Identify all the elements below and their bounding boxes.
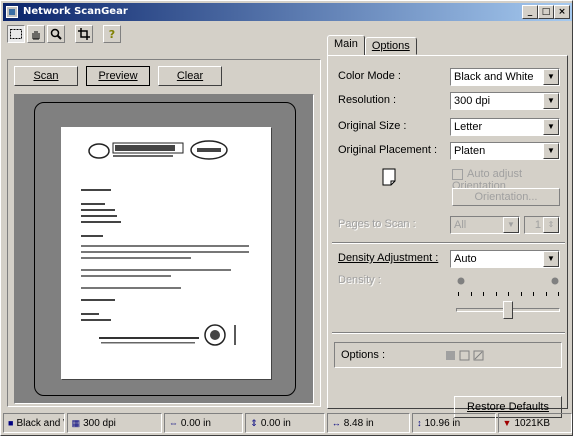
original-size-select[interactable]: Letter ▼ xyxy=(450,118,560,136)
density-adjustment-label: Density Adjustment : xyxy=(338,252,439,264)
original-placement-select[interactable]: Platen ▼ xyxy=(450,142,560,160)
status-height: ↕ 10.96 in xyxy=(412,413,496,433)
chevron-down-icon: ▼ xyxy=(543,69,559,85)
chevron-down-icon: ▼ xyxy=(543,251,559,267)
pages-to-scan-label: Pages to Scan : xyxy=(338,218,416,230)
hand-tool-icon[interactable] xyxy=(27,25,45,43)
scangear-window: Network ScanGear _ □ × ? Scan Preview Cl… xyxy=(0,0,573,436)
density-slider-tick xyxy=(458,292,459,296)
app-icon xyxy=(6,6,18,18)
main-tab-body: Color Mode : Black and White ▼ Resolution… xyxy=(327,55,568,418)
status-file-size: ▼ 1021KB xyxy=(497,413,572,433)
close-button[interactable]: × xyxy=(554,5,570,19)
width-icon: ↔ xyxy=(331,418,341,428)
document-logo-image xyxy=(88,140,228,160)
marquee-tool-icon[interactable] xyxy=(7,25,25,43)
dark-density-icon xyxy=(551,277,559,285)
density-slider-tick xyxy=(545,292,547,296)
density-slider-tick xyxy=(483,292,484,296)
grid-icon: ▦ xyxy=(71,418,81,428)
height-icon: ↕ xyxy=(417,418,422,428)
x-offset-icon: ⇔ xyxy=(168,418,178,428)
tab-options[interactable]: Options xyxy=(364,37,417,55)
resolution-label: Resolution : xyxy=(338,94,397,106)
options-status-icons xyxy=(446,350,484,361)
density-slider-tick xyxy=(558,292,559,296)
mode-icon: ■ xyxy=(8,418,14,428)
pages-to-scan-select[interactable]: All ▼ xyxy=(450,216,520,234)
chevron-down-icon: ▼ xyxy=(543,143,559,159)
file-size-icon: ▼ xyxy=(502,418,512,428)
preview-area[interactable] xyxy=(14,94,314,404)
density-slider-thumb[interactable] xyxy=(503,301,513,319)
resolution-select[interactable]: 300 dpi ▼ xyxy=(450,92,560,110)
chevron-down-icon: ▼ xyxy=(543,93,559,109)
y-offset-icon: ⇕ xyxy=(250,418,258,428)
crop-tool-icon[interactable] xyxy=(75,25,93,43)
scan-button[interactable]: Scan xyxy=(14,66,78,86)
preview-button[interactable]: Preview xyxy=(86,66,150,86)
page-count-spinner[interactable]: 1 ⇕ xyxy=(524,216,560,234)
clear-button[interactable]: Clear xyxy=(158,66,222,86)
density-adjustment-select[interactable]: Auto ▼ xyxy=(450,250,560,268)
status-resolution: ▦ 300 dpi xyxy=(66,413,162,433)
status-x-offset: ⇔ 0.00 in xyxy=(163,413,244,433)
options-group: Options : xyxy=(334,342,562,368)
density-slider-tick xyxy=(508,292,509,296)
preview-page-image xyxy=(61,127,271,379)
window-controls: _ □ × xyxy=(522,5,570,19)
status-bar: ■Black and Wh ▦300 dpi ⇔0.00 in ⇕0.00 in… xyxy=(3,413,572,433)
light-density-icon xyxy=(457,277,465,285)
preview-panel: Scan Preview Clear xyxy=(7,59,321,407)
color-mode-select[interactable]: Black and White ▼ xyxy=(450,68,560,86)
density-slider-tick xyxy=(495,292,497,296)
portrait-page-icon xyxy=(382,168,396,186)
density-slider-tick xyxy=(533,292,534,296)
orientation-button[interactable]: Orientation... xyxy=(452,188,560,206)
settings-panel: Main Options Color Mode : Black and Whit… xyxy=(327,35,568,418)
settings-tabs: Main Options xyxy=(327,35,417,55)
original-placement-label: Original Placement : xyxy=(338,144,438,156)
minimize-button[interactable]: _ xyxy=(522,5,538,19)
options-label: Options : xyxy=(341,349,386,361)
density-slider-tick xyxy=(470,292,472,296)
window-title: Network ScanGear xyxy=(23,6,128,17)
spinner-arrows-icon: ⇕ xyxy=(543,217,559,233)
preview-frame xyxy=(34,102,296,396)
color-mode-label: Color Mode : xyxy=(338,70,401,82)
density-slider-tick xyxy=(520,292,522,296)
density-label: Density : xyxy=(338,274,381,286)
document-footer-image xyxy=(99,324,236,346)
help-icon[interactable]: ? xyxy=(103,25,121,43)
maximize-button[interactable]: □ xyxy=(538,5,554,19)
chevron-down-icon: ▼ xyxy=(503,217,519,233)
original-size-label: Original Size : xyxy=(338,120,407,132)
zoom-tool-icon[interactable] xyxy=(47,25,65,43)
title-bar[interactable]: Network ScanGear _ □ × xyxy=(3,3,572,21)
toolbar: ? xyxy=(7,25,121,49)
status-y-offset: ⇕ 0.00 in xyxy=(245,413,325,433)
chevron-down-icon: ▼ xyxy=(543,119,559,135)
status-width: ↔ 8.48 in xyxy=(326,413,411,433)
tab-main[interactable]: Main xyxy=(327,35,365,55)
status-mode: ■Black and Wh xyxy=(3,413,65,433)
